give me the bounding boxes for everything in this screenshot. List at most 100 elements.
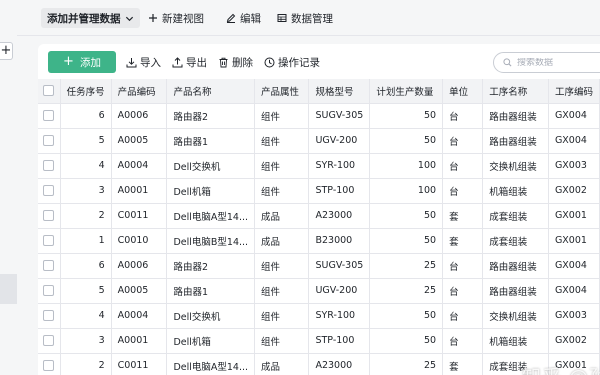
checkbox[interactable]: [43, 235, 55, 246]
table-cell: 台: [442, 278, 484, 304]
add-icon[interactable]: +: [0, 42, 13, 60]
table-cell: 台: [442, 103, 484, 129]
table-cell: 台: [442, 178, 484, 204]
table-cell: B23000: [308, 228, 371, 254]
table-cell: GX003: [548, 303, 600, 329]
table-cell: 3: [60, 178, 112, 204]
plus-icon: [149, 14, 157, 22]
row-checkbox[interactable]: [38, 203, 61, 229]
table-cell: SYR-100: [308, 303, 371, 329]
row-checkbox[interactable]: [38, 128, 61, 154]
checkbox[interactable]: [43, 110, 55, 121]
checkbox[interactable]: [43, 310, 55, 321]
table-cell: 成品: [254, 353, 310, 375]
import-button[interactable]: 导入: [126, 55, 161, 69]
table-cell: 套: [442, 203, 484, 229]
checkbox[interactable]: [43, 360, 55, 371]
table-row[interactable]: 1 C0010 Dell电脑B型14... 成品 B23000 50 套成套组装 GX001: [38, 228, 600, 254]
new-view-button[interactable]: 新建视图: [148, 8, 204, 28]
table-cell: 组件: [254, 253, 310, 279]
table-cell: 50: [369, 128, 444, 154]
row-checkbox[interactable]: [38, 228, 61, 254]
table-row[interactable]: 2 C0011 Dell电脑A型14... 成品 A23000 25 套成套组装 GX001: [38, 353, 600, 375]
checkbox[interactable]: [43, 185, 55, 196]
table-cell: A23000: [308, 353, 371, 375]
data-table: 任务序号 产品编码 产品名称 产品属性 规格型号 计划生产数量 单位 工序名称 …: [38, 79, 600, 375]
checkbox[interactable]: [43, 160, 55, 171]
trash-icon: [219, 57, 228, 67]
row-checkbox[interactable]: [38, 278, 61, 304]
column-header[interactable]: 任务序号: [60, 79, 112, 104]
checkbox[interactable]: [43, 260, 55, 271]
column-header[interactable]: 工序编码: [548, 79, 600, 104]
operation-log-button[interactable]: 操作记录: [264, 55, 320, 69]
table-cell: 组件: [254, 278, 310, 304]
row-checkbox[interactable]: [38, 153, 61, 179]
table-cell: 路由器组装: [482, 278, 549, 304]
column-header[interactable]: 产品名称: [166, 79, 256, 104]
table-cell: 4: [60, 303, 112, 329]
row-checkbox[interactable]: [38, 253, 61, 279]
row-checkbox[interactable]: [38, 178, 61, 204]
row-checkbox[interactable]: [38, 328, 61, 354]
table-row[interactable]: 6 A0006 路由器2 组件 SUGV-305 50 台路由器组装 GX004: [38, 103, 600, 129]
column-header[interactable]: 产品属性: [254, 79, 310, 104]
table-row[interactable]: 3 A0001 Dell机箱 组件 STP-100 50 台机箱组装 GX002: [38, 328, 600, 354]
column-header[interactable]: 产品编码: [111, 79, 168, 104]
table-row[interactable]: 4 A0004 Dell交换机 组件 SYR-100 50 台交换机组装 GX003: [38, 303, 600, 329]
table-cell: 台: [442, 128, 484, 154]
search-input[interactable]: [517, 57, 597, 68]
row-checkbox[interactable]: [38, 353, 61, 375]
column-header[interactable]: 工序名称: [482, 79, 549, 104]
checkbox[interactable]: [43, 210, 55, 221]
table-cell: 套: [442, 353, 484, 375]
table-cell: Dell交换机: [166, 303, 256, 329]
column-header[interactable]: 规格型号: [308, 79, 371, 104]
table-cell: 交换机组装: [482, 303, 549, 329]
table-cell: Dell电脑B型14...: [166, 228, 256, 254]
column-header[interactable]: 计划生产数量: [369, 79, 444, 104]
manage-data-dropdown[interactable]: 添加并管理数据: [41, 8, 140, 28]
table-row[interactable]: 4 A0004 Dell交换机 组件 SYR-100 100 台交换机组装 GX003: [38, 153, 600, 179]
column-header[interactable]: 单位: [442, 79, 484, 104]
data-management-button[interactable]: 数据管理: [277, 8, 333, 28]
search-box[interactable]: [493, 52, 600, 73]
add-button[interactable]: + 添加: [48, 51, 116, 73]
table-cell: GX002: [548, 328, 600, 354]
checkbox[interactable]: [43, 285, 55, 296]
select-all-checkbox[interactable]: [38, 79, 61, 104]
delete-button[interactable]: 删除: [218, 55, 253, 69]
chevron-down-icon: [125, 16, 133, 21]
table-cell: 成套组装: [482, 228, 549, 254]
left-nav-active-item[interactable]: [0, 274, 17, 304]
edit-button[interactable]: 编辑: [226, 8, 261, 28]
table-cell: 机箱组装: [482, 178, 549, 204]
table-row[interactable]: 2 C0011 Dell电脑A型14... 成品 A23000 50 套成套组装 GX001: [38, 203, 600, 229]
table-cell: SUGV-305: [308, 253, 371, 279]
table-cell: 台: [442, 303, 484, 329]
checkbox[interactable]: [43, 135, 55, 146]
table-cell: STP-100: [308, 178, 371, 204]
table-cell: 25: [369, 253, 444, 279]
table-cell: A0006: [111, 253, 168, 279]
row-checkbox[interactable]: [38, 103, 61, 129]
table-row[interactable]: 3 A0001 Dell机箱 组件 STP-100 100 台机箱组装 GX002: [38, 178, 600, 204]
table-cell: A23000: [308, 203, 371, 229]
row-checkbox[interactable]: [38, 303, 61, 329]
table-cell: 成品: [254, 228, 310, 254]
table-cell: A0001: [111, 178, 168, 204]
table-row[interactable]: 5 A0005 路由器1 组件 UGV-200 25 台路由器组装 GX004: [38, 278, 600, 304]
table-cell: 25: [369, 353, 444, 375]
table-cell: 路由器组装: [482, 103, 549, 129]
table-cell: 6: [60, 253, 112, 279]
table-cell: 100: [369, 153, 444, 179]
table-cell: 组件: [254, 303, 310, 329]
table-cell: Dell电脑A型14...: [166, 203, 256, 229]
table-cell: 交换机组装: [482, 153, 549, 179]
table-cell: 机箱组装: [482, 328, 549, 354]
table-row[interactable]: 6 A0006 路由器2 组件 SUGV-305 25 台路由器组装 GX004: [38, 253, 600, 279]
table-row[interactable]: 5 A0005 路由器1 组件 UGV-200 50 台路由器组装 GX004: [38, 128, 600, 154]
table-cell: 套: [442, 228, 484, 254]
export-button[interactable]: 导出: [172, 55, 207, 69]
checkbox[interactable]: [43, 335, 55, 346]
